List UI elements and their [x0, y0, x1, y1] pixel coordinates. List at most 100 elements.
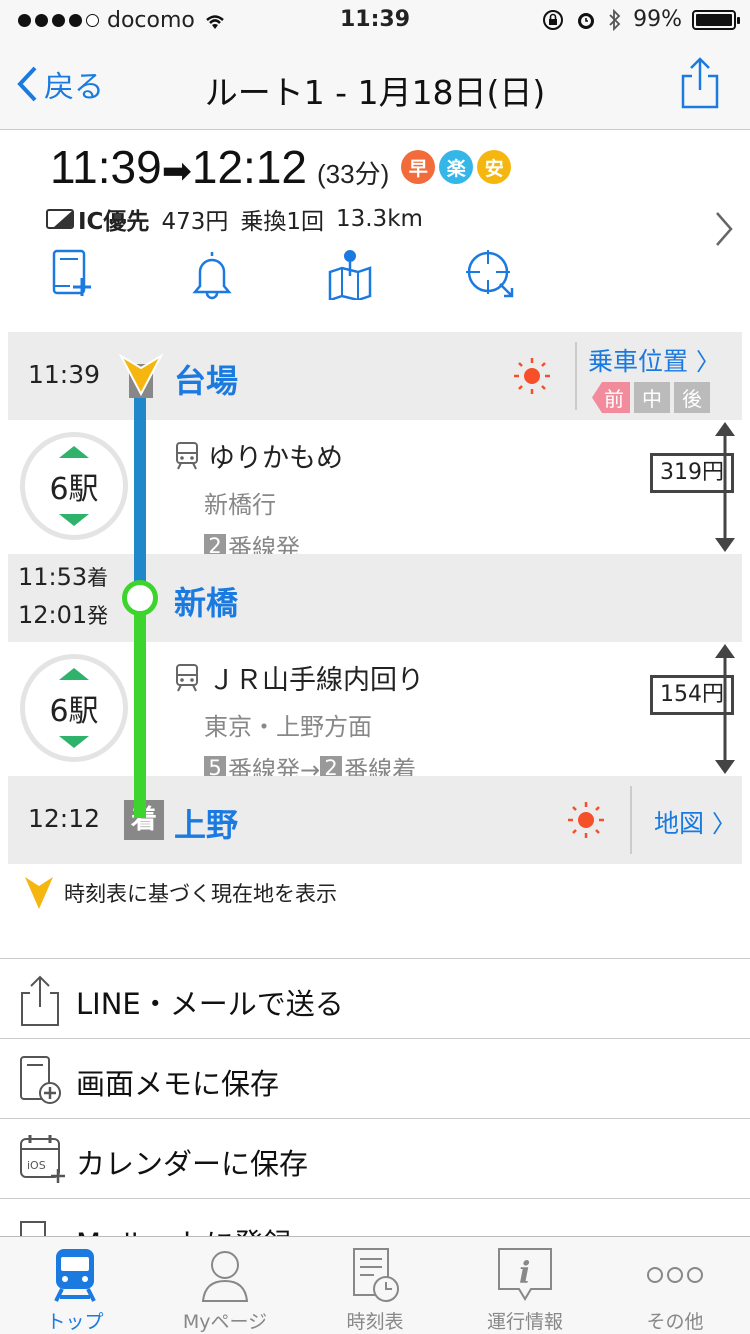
- fast-badge: 早: [401, 150, 436, 184]
- line-info: ゆりかもめ 新橋行 2 番線発: [174, 436, 343, 563]
- map-pin-icon: [328, 250, 372, 302]
- route-times: 11:39 ➡ 12:12 (33分) 早 楽 安: [50, 140, 512, 194]
- distance: 13.3km: [335, 206, 423, 232]
- save-calendar-item[interactable]: iOS カレンダーに保存: [0, 1119, 750, 1199]
- total-fare: 473円: [161, 209, 229, 235]
- transfer-departure: 12:01発: [18, 601, 109, 629]
- segment-yamanote[interactable]: 6駅 ＪＲ山手線内回り 東京・上野方面 5 番線発→ 2 番線着 154円: [8, 642, 742, 784]
- train-icon: [176, 663, 198, 691]
- stop-count-badge[interactable]: 6駅: [20, 654, 128, 762]
- position-front: 前: [592, 382, 630, 413]
- transfer-arrival: 11:53着: [18, 563, 109, 591]
- position-rear: 後: [674, 382, 710, 413]
- tab-top[interactable]: トップ: [0, 1237, 150, 1334]
- destination: 新橋行: [204, 491, 276, 519]
- tab-timetable[interactable]: 時刻表: [300, 1237, 450, 1334]
- triangle-down-icon: [59, 514, 89, 526]
- ic-priority-label: IC優先: [78, 209, 150, 235]
- share-icon: [21, 975, 59, 1026]
- fare-range-arrow-1: [715, 422, 735, 552]
- send-line-mail-item[interactable]: LINE・メールで送る: [0, 959, 750, 1039]
- destination-station-row[interactable]: 12:12 着 上野 地図 〉: [8, 776, 742, 864]
- transfer-node: [122, 580, 158, 616]
- segment-yurikamome[interactable]: 6駅 ゆりかもめ 新橋行 2 番線発 319円: [8, 420, 742, 562]
- timetable-icon: [353, 1248, 399, 1302]
- person-icon: [201, 1251, 249, 1302]
- train-icon: [54, 1249, 96, 1302]
- tab-more[interactable]: その他: [600, 1237, 750, 1334]
- arrive-time: 12:12: [191, 141, 307, 193]
- boarding-position-label: 乗車位置: [588, 347, 689, 376]
- transfer-count: 乗換1回: [240, 209, 324, 235]
- location-marker-icon: [25, 877, 53, 909]
- triangle-up-icon: [59, 668, 89, 680]
- stop-count-badge[interactable]: 6駅: [20, 432, 128, 540]
- more-icon: [647, 1267, 703, 1283]
- line-info: ＪＲ山手線内回り 東京・上野方面 5 番線発→ 2 番線着: [174, 658, 424, 785]
- rotation-lock-icon: [543, 9, 564, 30]
- battery-percent: 99%: [633, 7, 682, 32]
- crosshair-arrow-icon: [466, 250, 514, 298]
- chevron-right-icon[interactable]: [714, 210, 734, 252]
- origin-time: 11:39: [28, 360, 101, 389]
- tab-service-info[interactable]: i 運行情報: [450, 1237, 600, 1334]
- bluetooth-icon: [609, 8, 621, 31]
- tab-my-page[interactable]: Myページ: [150, 1237, 300, 1334]
- memo-add-icon: [20, 1056, 61, 1104]
- battery-icon: [692, 9, 740, 30]
- location-note: 時刻表に基づく現在地を表示: [24, 876, 337, 910]
- memo-add-icon: [52, 249, 91, 296]
- destination-station-name: 上野: [174, 806, 239, 844]
- depart-time: 11:39: [50, 141, 162, 193]
- map-link-button[interactable]: 地図 〉: [654, 804, 736, 840]
- info-icon: i: [498, 1248, 552, 1301]
- alarm-icon: [578, 12, 595, 29]
- bell-icon: [192, 252, 232, 300]
- status-bar: docomo 11:39 99%: [0, 0, 750, 40]
- search-route-button[interactable]: [464, 248, 602, 304]
- boarding-position-button[interactable]: 乗車位置 〉: [588, 342, 720, 378]
- cheap-badge: 安: [477, 150, 512, 184]
- train-icon: [176, 441, 198, 469]
- transfer-station-name: 新橋: [174, 584, 239, 622]
- route-summary[interactable]: 11:39 ➡ 12:12 (33分) 早 楽 安 IC優先 473円 乗換1回…: [0, 130, 750, 330]
- map-button[interactable]: [326, 248, 464, 304]
- fare-range-arrow-2: [715, 644, 735, 774]
- line-name: ゆりかもめ: [208, 443, 343, 474]
- duration: (33分): [317, 159, 390, 189]
- ic-card-icon: [46, 209, 74, 229]
- destination: 東京・上野方面: [204, 713, 372, 741]
- car-position-selector: 前 中 後: [592, 382, 710, 413]
- save-screen-memo-item[interactable]: 画面メモに保存: [0, 1039, 750, 1119]
- arrow-right-icon: ➡: [161, 150, 192, 191]
- yamanote-line-track: [134, 598, 146, 818]
- calendar-add-icon: iOS: [20, 1135, 65, 1183]
- sun-icon: [514, 358, 550, 394]
- svg-text:iOS: iOS: [27, 1159, 46, 1172]
- triangle-down-icon: [59, 736, 89, 748]
- svg-text:i: i: [519, 1256, 530, 1291]
- current-location-marker-icon: [119, 354, 163, 398]
- line-name: ＪＲ山手線内回り: [208, 665, 424, 696]
- action-menu: LINE・メールで送る 画面メモに保存 iOS カレンダーに保存 Myルートに登…: [0, 958, 750, 1279]
- page-title: ルート1 - 1月18日(日): [204, 73, 546, 112]
- alarm-button[interactable]: [188, 248, 326, 304]
- chevron-right-icon: 〉: [711, 810, 736, 838]
- yurikamome-line-track: [134, 376, 146, 598]
- route-badges: 早 楽 安: [401, 150, 512, 184]
- easy-badge: 楽: [439, 150, 474, 184]
- route-actions: [50, 248, 602, 304]
- map-link-label: 地図: [654, 809, 705, 838]
- route-info: IC優先 473円 乗換1回 13.3km: [46, 202, 423, 236]
- sun-icon: [568, 802, 604, 838]
- transfer-station-row[interactable]: 11:53着 12:01発 新橋: [8, 554, 742, 642]
- origin-station-name: 台場: [174, 362, 239, 400]
- share-icon: [681, 57, 719, 109]
- triangle-up-icon: [59, 446, 89, 458]
- nav-bar: 戻る ルート1 - 1月18日(日): [0, 40, 750, 130]
- arrival-time: 12:12: [28, 804, 101, 833]
- tab-bar: トップ Myページ 時刻表 i 運行情報 その他: [0, 1236, 750, 1334]
- share-button[interactable]: [680, 56, 720, 114]
- memo-save-button[interactable]: [50, 248, 188, 304]
- chevron-right-icon: 〉: [695, 348, 720, 376]
